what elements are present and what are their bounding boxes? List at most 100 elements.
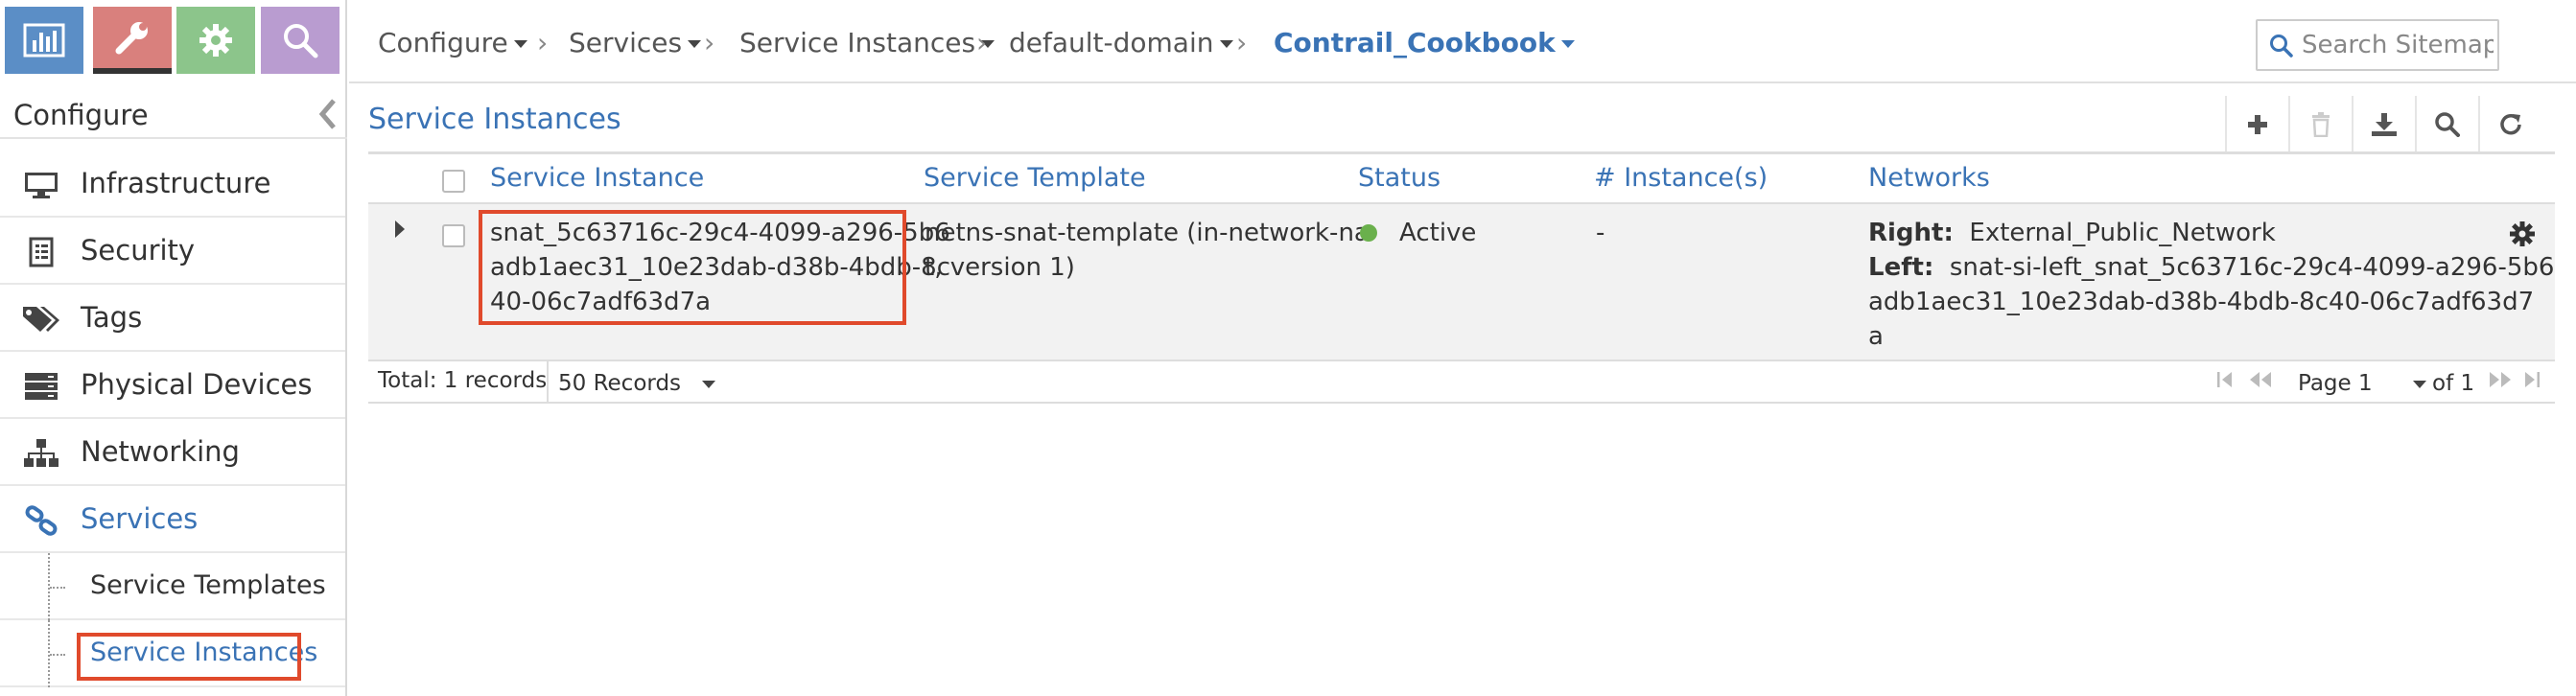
caret-down-icon	[1219, 40, 1233, 48]
search-input[interactable]	[2302, 29, 2494, 61]
breadcrumb-label: Contrail_Cookbook	[1274, 27, 1556, 58]
sidebar-item-security[interactable]: Security	[0, 218, 345, 285]
refresh-icon	[2500, 113, 2521, 135]
highlight-box	[479, 210, 906, 325]
total-records: Total: 1 records	[378, 368, 548, 393]
grid-footer: Total: 1 records 50 Records Page 1 of 1	[368, 361, 2555, 404]
network-right-value: External_Public_Network	[1969, 219, 2276, 247]
tags-icon	[21, 305, 61, 334]
network-left-value: snat-si-left_snat_5c63716c-29c4-4099-a29…	[1949, 253, 2555, 282]
sidebar-item-networking[interactable]: Networking	[0, 419, 345, 486]
highlight-box	[77, 633, 301, 681]
breadcrumb-project[interactable]: Contrail_Cookbook	[1274, 27, 1575, 58]
page-value: Page 1	[2298, 371, 2373, 396]
sidebar-item-label: Services	[81, 502, 199, 535]
page-select[interactable]: Page 1	[2298, 371, 2426, 396]
sidebar-item-infrastructure[interactable]: Infrastructure	[0, 151, 345, 218]
breadcrumb-label: default-domain	[1009, 27, 1214, 58]
network-right: Right: External_Public_Network	[1868, 216, 2554, 250]
breadcrumb: Configure › Services › Service Instances…	[349, 0, 2576, 83]
caret-down-icon	[702, 380, 716, 388]
query-tab[interactable]	[261, 7, 340, 74]
breadcrumb-label: Service Instances	[739, 27, 976, 58]
cell-status: Active	[1399, 219, 1477, 247]
select-all-checkbox[interactable]	[442, 170, 465, 193]
search-icon	[2270, 35, 2293, 58]
add-button[interactable]	[2225, 96, 2288, 153]
sidebar-subitem-label: Service Templates	[90, 570, 326, 600]
link-icon	[21, 505, 61, 536]
chevron-left-icon[interactable]	[315, 97, 341, 131]
chevron-right-icon: ›	[976, 27, 988, 58]
sidebar-item-physical-devices[interactable]: Physical Devices	[0, 352, 345, 419]
row-checkbox[interactable]	[442, 224, 465, 247]
sidebar-item-label: Infrastructure	[81, 167, 271, 199]
column-header-status[interactable]: Status	[1358, 163, 1440, 193]
breadcrumb-label: Services	[569, 27, 683, 58]
column-header-networks[interactable]: Networks	[1868, 163, 1990, 193]
delete-button[interactable]	[2288, 96, 2352, 153]
caret-down-icon	[1560, 40, 1575, 48]
next-page-icon[interactable]	[2488, 369, 2513, 390]
caret-down-icon	[688, 40, 702, 48]
refresh-button[interactable]	[2478, 96, 2541, 153]
search-button[interactable]	[2415, 96, 2478, 153]
cell-service-template: netns-snat-template (in-network-na t, ve…	[925, 216, 1370, 285]
server-icon	[21, 372, 61, 401]
network-icon	[21, 439, 61, 468]
document-list-icon	[21, 237, 61, 267]
sidebar-title: Configure	[13, 99, 149, 131]
sidebar-subitem-service-instances[interactable]: Service Instances	[0, 620, 345, 687]
tree-branch	[50, 587, 65, 589]
download-button[interactable]	[2352, 96, 2415, 153]
tree-branch	[50, 654, 65, 656]
chevron-right-icon: ›	[537, 27, 549, 58]
last-page-icon[interactable]	[2522, 369, 2541, 390]
expand-row-icon[interactable]	[395, 220, 405, 238]
sidebar-subitem-service-templates[interactable]: Service Templates	[0, 553, 345, 620]
download-icon	[2372, 113, 2397, 136]
sidebar-item-services[interactable]: Services	[0, 486, 345, 553]
app-tabs	[0, 0, 347, 81]
breadcrumb-label: Configure	[378, 27, 508, 58]
page-size-select[interactable]: 50 Records	[558, 371, 716, 396]
cell-networks: Right: External_Public_Network Left: sna…	[1868, 216, 2554, 354]
breadcrumb-domain[interactable]: default-domain	[1009, 27, 1233, 58]
search-icon	[2435, 112, 2460, 137]
sidebar-item-label: Tags	[81, 301, 143, 334]
grid-toolbar	[2225, 96, 2532, 153]
search-sitemap[interactable]	[2256, 19, 2499, 71]
delete-icon	[2312, 112, 2330, 137]
page-count: of 1	[2432, 371, 2475, 396]
cell-instances: -	[1596, 219, 1605, 247]
add-icon	[2248, 115, 2267, 134]
sidebar-item-label: Security	[81, 234, 196, 267]
network-left-label: Left:	[1868, 253, 1934, 282]
network-right-label: Right:	[1868, 219, 1954, 247]
first-page-icon[interactable]	[2215, 369, 2235, 390]
sidebar: Configure Infrastructure Security Tags P…	[0, 0, 347, 696]
bar-chart-icon	[23, 23, 65, 58]
column-header-service-instance[interactable]: Service Instance	[490, 163, 704, 193]
cell-line: t, version 1)	[925, 253, 1075, 282]
breadcrumb-service-instances[interactable]: Service Instances	[739, 27, 995, 58]
breadcrumb-services[interactable]: Services	[569, 27, 702, 58]
column-header-instances[interactable]: # Instance(s)	[1594, 163, 1768, 193]
monitor-icon	[21, 171, 61, 199]
gear-icon	[199, 24, 232, 57]
caret-down-icon	[513, 40, 527, 48]
gear-icon[interactable]	[2509, 220, 2536, 247]
network-left-value-cont: a	[1868, 322, 1884, 351]
table-row[interactable]: snat_5c63716c-29c4-4099-a296-5b6 adb1aec…	[368, 204, 2555, 361]
grid-header: Service Instance Service Template Status…	[368, 154, 2555, 204]
breadcrumb-configure[interactable]: Configure	[378, 27, 527, 58]
sidebar-item-tags[interactable]: Tags	[0, 285, 345, 352]
column-header-service-template[interactable]: Service Template	[924, 163, 1146, 193]
status-active-icon	[1360, 224, 1377, 242]
monitor-tab[interactable]	[5, 7, 83, 74]
page-size-value: 50 Records	[558, 371, 682, 396]
prev-page-icon[interactable]	[2248, 369, 2273, 390]
search-icon	[284, 24, 318, 58]
settings-tab[interactable]	[176, 7, 255, 74]
configure-tab[interactable]	[93, 7, 172, 74]
